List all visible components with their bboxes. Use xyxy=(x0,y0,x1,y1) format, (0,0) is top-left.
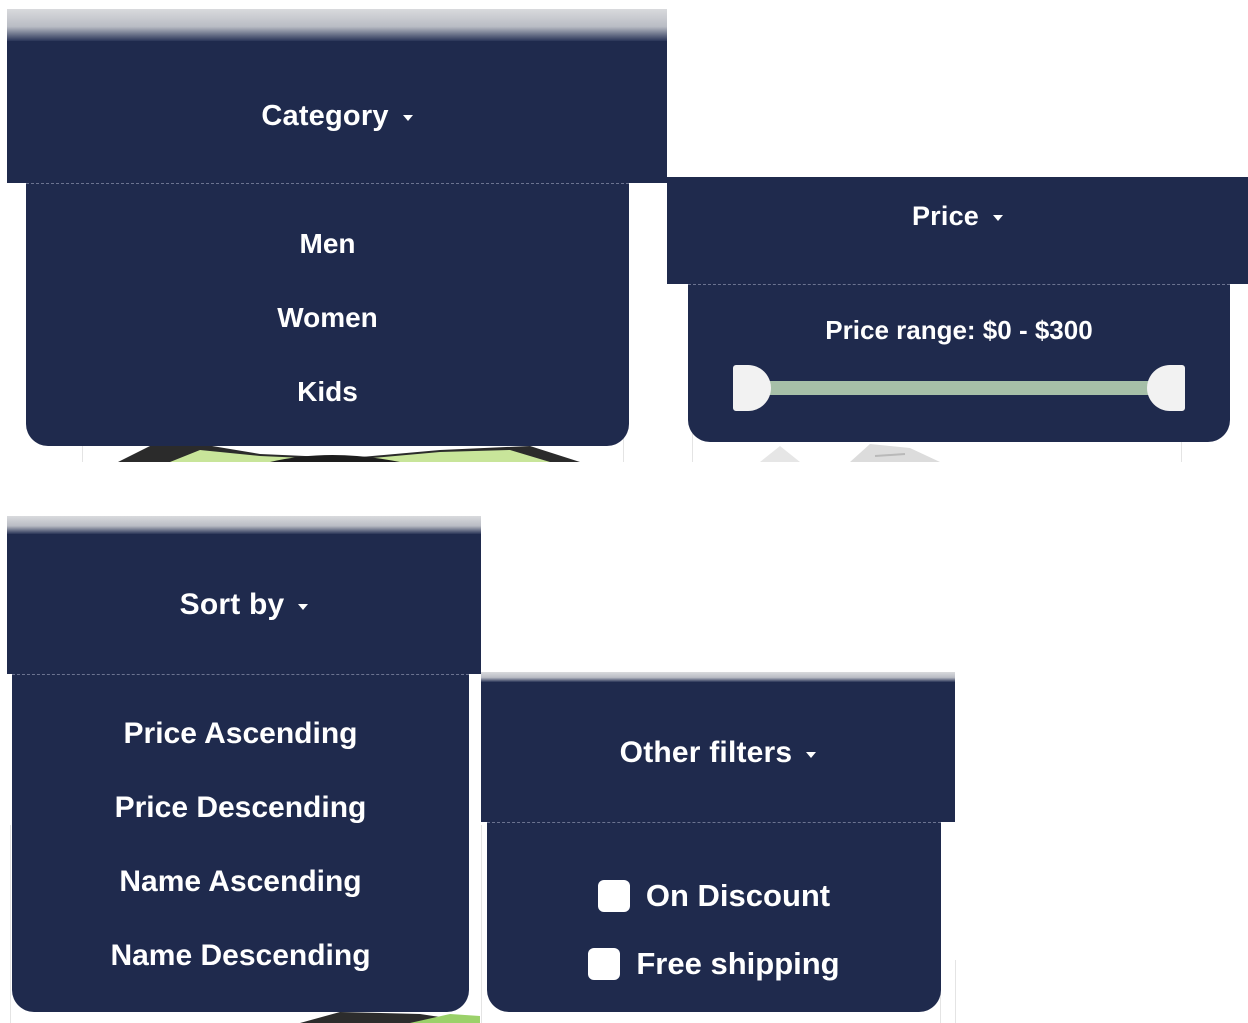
sort-item-price-descending[interactable]: Price Descending xyxy=(12,789,469,863)
category-item-women[interactable]: Women xyxy=(26,298,629,372)
caret-down-icon xyxy=(402,114,413,121)
free-shipping-option[interactable]: Free shipping xyxy=(487,927,941,1001)
on-discount-label: On Discount xyxy=(645,878,831,913)
category-item-men[interactable]: Men xyxy=(26,224,629,298)
sort-item-name-descending[interactable]: Name Descending xyxy=(12,937,469,1011)
category-label-text: Category xyxy=(261,99,389,132)
price-slider-track[interactable] xyxy=(746,381,1156,395)
sort-dropdown-menu: Price Ascending Price Descending Name As… xyxy=(12,674,469,1012)
on-discount-option[interactable]: On Discount xyxy=(487,859,941,933)
other-filters-label-text: Other filters xyxy=(619,736,793,769)
price-label-text: Price xyxy=(911,201,980,231)
caret-down-icon xyxy=(298,604,309,610)
price-dropdown-menu: Price range: $0 - $300 xyxy=(688,284,1230,442)
sort-dropdown-button[interactable]: Sort by xyxy=(7,516,481,674)
product-card-partial xyxy=(940,960,956,1023)
header-top-shading xyxy=(7,516,481,534)
sort-item-price-ascending[interactable]: Price Ascending xyxy=(12,715,469,789)
free-shipping-label: Free shipping xyxy=(636,946,840,981)
other-filters-dropdown-button[interactable]: Other filters xyxy=(481,672,955,822)
price-slider-max-handle[interactable] xyxy=(1147,365,1185,411)
caret-down-icon xyxy=(806,752,817,758)
on-discount-checkbox[interactable] xyxy=(597,880,630,912)
category-dropdown-label: Category xyxy=(261,99,413,133)
header-top-shading xyxy=(481,672,955,682)
caret-down-icon xyxy=(993,215,1004,221)
price-dropdown-label: Price xyxy=(911,201,1004,232)
screenshot-stage: Category Men Women Kids Price Price rang… xyxy=(0,0,1248,1023)
sort-item-name-ascending[interactable]: Name Ascending xyxy=(12,863,469,937)
category-dropdown-button[interactable]: Category xyxy=(7,9,667,183)
price-dropdown-button[interactable]: Price xyxy=(667,177,1248,284)
other-filters-dropdown-menu: On Discount Free shipping xyxy=(487,822,941,1012)
price-slider-min-handle[interactable] xyxy=(733,365,771,411)
sort-dropdown-label: Sort by xyxy=(180,588,309,622)
header-top-shading xyxy=(7,9,667,41)
price-range-text: Price range: $0 - $300 xyxy=(825,315,1093,345)
free-shipping-checkbox[interactable] xyxy=(588,948,621,980)
other-filters-dropdown-label: Other filters xyxy=(620,736,817,770)
category-item-kids[interactable]: Kids xyxy=(26,372,629,446)
category-dropdown-menu: Men Women Kids xyxy=(26,183,629,446)
sort-label-text: Sort by xyxy=(179,588,285,621)
